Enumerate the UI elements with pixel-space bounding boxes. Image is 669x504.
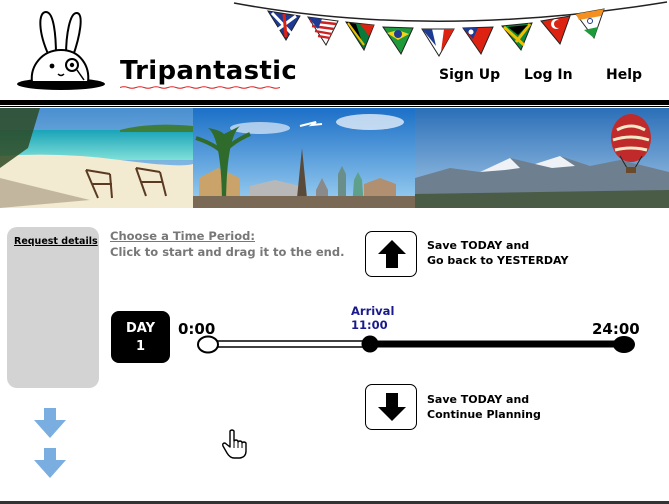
end-handle[interactable]: [613, 336, 635, 353]
time-period-heading: Choose a Time Period:: [110, 229, 255, 243]
uk-flag-icon: [267, 10, 301, 41]
start-handle[interactable]: [197, 335, 219, 354]
jamaica-flag-icon: [501, 22, 533, 51]
sign-up-link[interactable]: Sign Up: [439, 67, 500, 83]
flags-bunting-icon: [233, 1, 668, 57]
travel-banner-image: [0, 108, 669, 208]
beach-photo: [0, 108, 193, 208]
landmarks-photo: [193, 108, 415, 208]
arrow-down-icon[interactable]: [34, 448, 66, 478]
usa-flag-icon: [306, 16, 339, 47]
timeline-filled-track[interactable]: [368, 340, 626, 348]
save-and-go-back-label: Save TODAY and Go back to YESTERDAY: [427, 239, 569, 267]
request-details-link[interactable]: Request details: [14, 236, 98, 247]
log-in-link[interactable]: Log In: [524, 67, 573, 83]
header-divider-thin: [0, 106, 669, 107]
day-badge: DAY 1: [111, 311, 170, 363]
south-africa-flag-icon: [345, 21, 375, 52]
header-divider: [0, 100, 669, 105]
travel-banner: [0, 108, 669, 208]
brazil-flag-icon: [382, 26, 414, 56]
india-flag-icon: [575, 8, 605, 40]
hand-cursor-icon: [222, 429, 247, 459]
sidebar-panel: Request details: [7, 227, 99, 388]
arrival-marker-label: Arrival 11:00: [351, 304, 395, 332]
arrow-down-icon: [378, 393, 406, 421]
taiwan-flag-icon: [462, 26, 494, 56]
turkey-flag-icon: [540, 15, 571, 45]
bunny-logo-icon: [17, 10, 105, 90]
brand-underline: [120, 86, 280, 89]
arrow-down-icon[interactable]: [34, 408, 66, 438]
time-period-instructions: Click to start and drag it to the end.: [110, 245, 345, 259]
mountains-photo: [415, 108, 669, 208]
app-title: Tripantastic: [120, 56, 298, 86]
france-flag-icon: [421, 28, 455, 57]
day-timeline[interactable]: [190, 330, 650, 360]
arrival-marker[interactable]: [361, 335, 379, 353]
save-and-go-back-button[interactable]: [365, 231, 417, 277]
help-link[interactable]: Help: [606, 67, 642, 83]
save-and-continue-button[interactable]: [365, 384, 417, 430]
save-and-continue-label: Save TODAY and Continue Planning: [427, 393, 541, 421]
header: Tripantastic Sign Up Log In Help: [0, 0, 669, 100]
timeline-empty-track[interactable]: [207, 340, 369, 348]
arrow-up-icon: [378, 240, 406, 268]
